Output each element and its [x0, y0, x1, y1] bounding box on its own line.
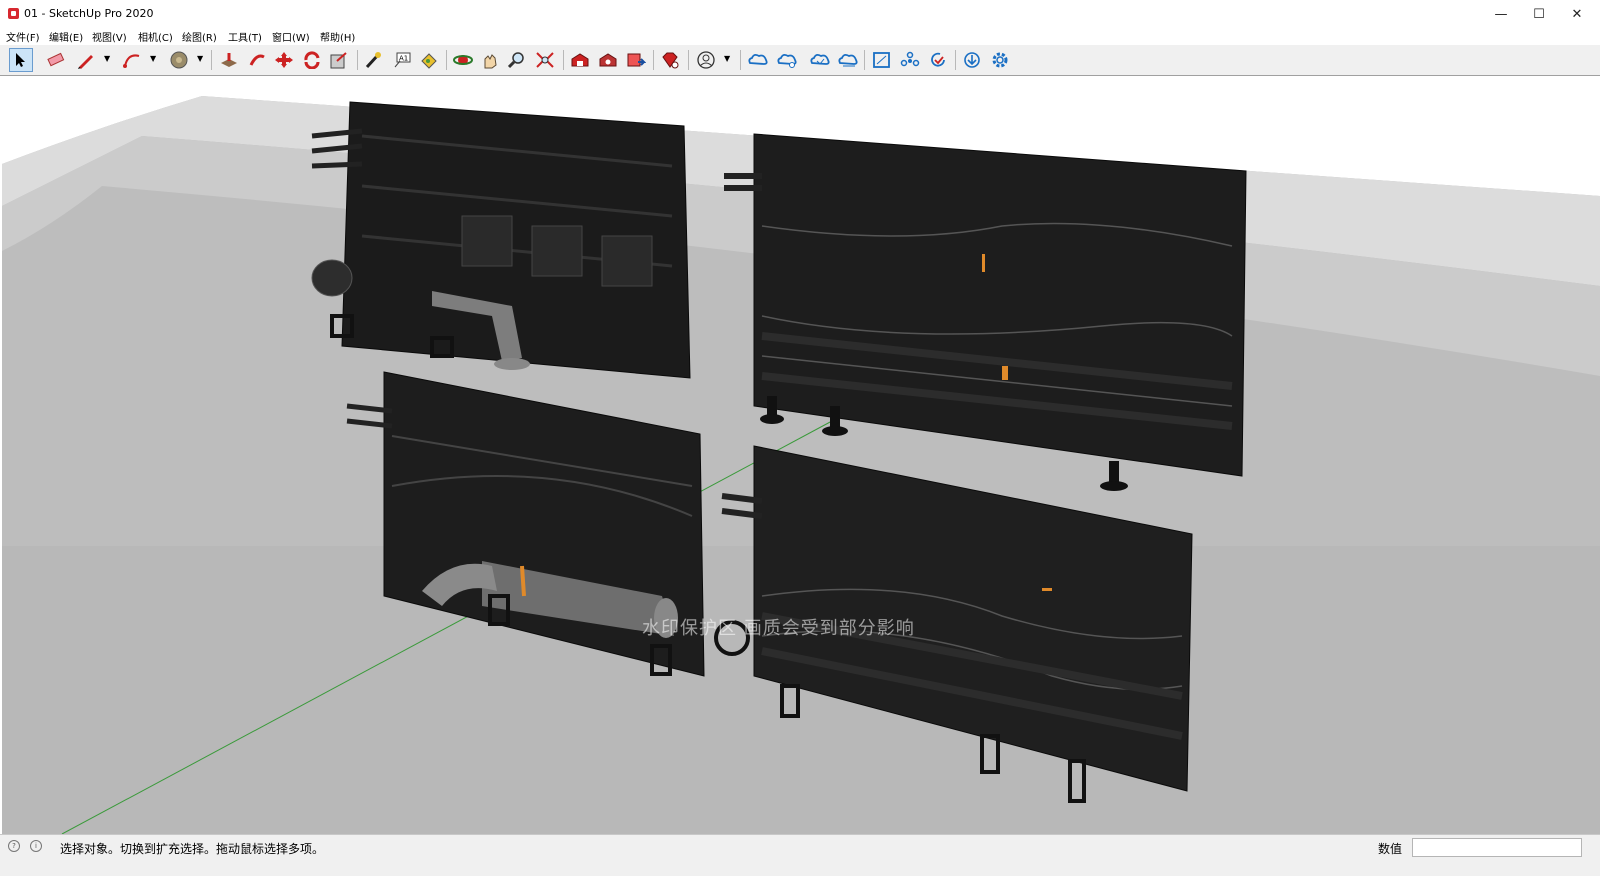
account-icon[interactable] [694, 48, 718, 72]
menu-view[interactable]: 视图(V) [92, 29, 127, 44]
pushpull-icon[interactable] [217, 48, 241, 72]
close-button[interactable]: ✕ [1554, 0, 1600, 28]
menu-draw[interactable]: 绘图(R) [182, 29, 217, 44]
account-dropdown-icon[interactable]: ▼ [724, 54, 730, 63]
measurements-input[interactable] [1412, 838, 1582, 857]
download-icon[interactable] [960, 48, 984, 72]
toolbar-separator [688, 50, 689, 70]
followme-icon[interactable] [245, 48, 269, 72]
menu-camera[interactable]: 相机(C) [138, 29, 173, 44]
menu-window[interactable]: 窗口(W) [272, 29, 310, 44]
select-icon[interactable] [9, 48, 33, 72]
zoom-icon[interactable] [505, 48, 529, 72]
info-icon[interactable]: i [30, 840, 42, 852]
components-icon[interactable] [898, 48, 922, 72]
move-icon[interactable] [272, 48, 296, 72]
scale-icon[interactable] [327, 48, 351, 72]
svg-text:A1: A1 [399, 55, 408, 63]
arc-dropdown-icon[interactable]: ▼ [150, 54, 156, 63]
menu-file[interactable]: 文件(F) [6, 29, 40, 44]
cloud-icon-3[interactable] [808, 48, 832, 72]
pencil-icon[interactable] [74, 48, 98, 72]
toolbar-separator [211, 50, 212, 70]
warehouse-icon[interactable] [568, 48, 592, 72]
window-title: 01 - SketchUp Pro 2020 [24, 7, 154, 20]
toolbar-separator [653, 50, 654, 70]
toolbar-separator [563, 50, 564, 70]
pan-icon[interactable] [478, 48, 502, 72]
shape-dropdown-icon[interactable]: ▼ [197, 54, 203, 63]
orbit-icon[interactable] [451, 48, 475, 72]
main-toolbar: ▼ ▼ ▼ A1 ▼ [0, 45, 1600, 76]
eraser-icon[interactable] [44, 48, 68, 72]
update-icon[interactable] [926, 48, 950, 72]
status-bar: ? i 选择对象。切换到扩充选择。拖动鼠标选择多项。 数值 [0, 834, 1600, 876]
status-hint: 选择对象。切换到扩充选择。拖动鼠标选择多项。 [60, 842, 325, 856]
arc-icon[interactable] [120, 48, 144, 72]
paint-bucket-icon[interactable] [417, 48, 441, 72]
title-bar: 01 - SketchUp Pro 2020 — ☐ ✕ [0, 0, 1600, 28]
watermark-text: 水印保护区 画质会受到部分影响 [642, 618, 915, 639]
menu-tools[interactable]: 工具(T) [228, 29, 262, 44]
layout-icon[interactable] [624, 48, 648, 72]
cloud-icon-4[interactable] [836, 48, 860, 72]
frame-icon[interactable] [870, 48, 894, 72]
tape-icon[interactable] [362, 48, 386, 72]
toolbar-separator [864, 50, 865, 70]
text-icon[interactable]: A1 [390, 48, 414, 72]
menu-help[interactable]: 帮助(H) [320, 29, 355, 44]
geo-location-icon[interactable]: ? [8, 840, 20, 852]
zoom-extents-icon[interactable] [533, 48, 557, 72]
rotate-icon[interactable] [300, 48, 324, 72]
paint-icon[interactable] [167, 48, 191, 72]
measurements-label: 数值 [1378, 842, 1403, 856]
sketchup-logo-icon [8, 8, 19, 19]
menu-bar: 文件(F) 编辑(E) 视图(V) 相机(C) 绘图(R) 工具(T) 窗口(W… [0, 28, 1600, 45]
menu-edit[interactable]: 编辑(E) [49, 29, 83, 44]
pencil-dropdown-icon[interactable]: ▼ [104, 54, 110, 63]
toolbar-separator [740, 50, 741, 70]
settings-icon[interactable] [988, 48, 1012, 72]
toolbar-separator [357, 50, 358, 70]
toolbar-separator [955, 50, 956, 70]
machine-panel-top-left[interactable] [311, 101, 691, 379]
cloud-icon-1[interactable] [746, 48, 770, 72]
cloud-icon-2[interactable] [775, 48, 799, 72]
extension-warehouse-icon[interactable] [596, 48, 620, 72]
toolbar-separator [446, 50, 447, 70]
model-viewport[interactable]: 水印保护区 画质会受到部分影响 [2, 76, 1600, 834]
ruby-icon[interactable] [658, 48, 682, 72]
